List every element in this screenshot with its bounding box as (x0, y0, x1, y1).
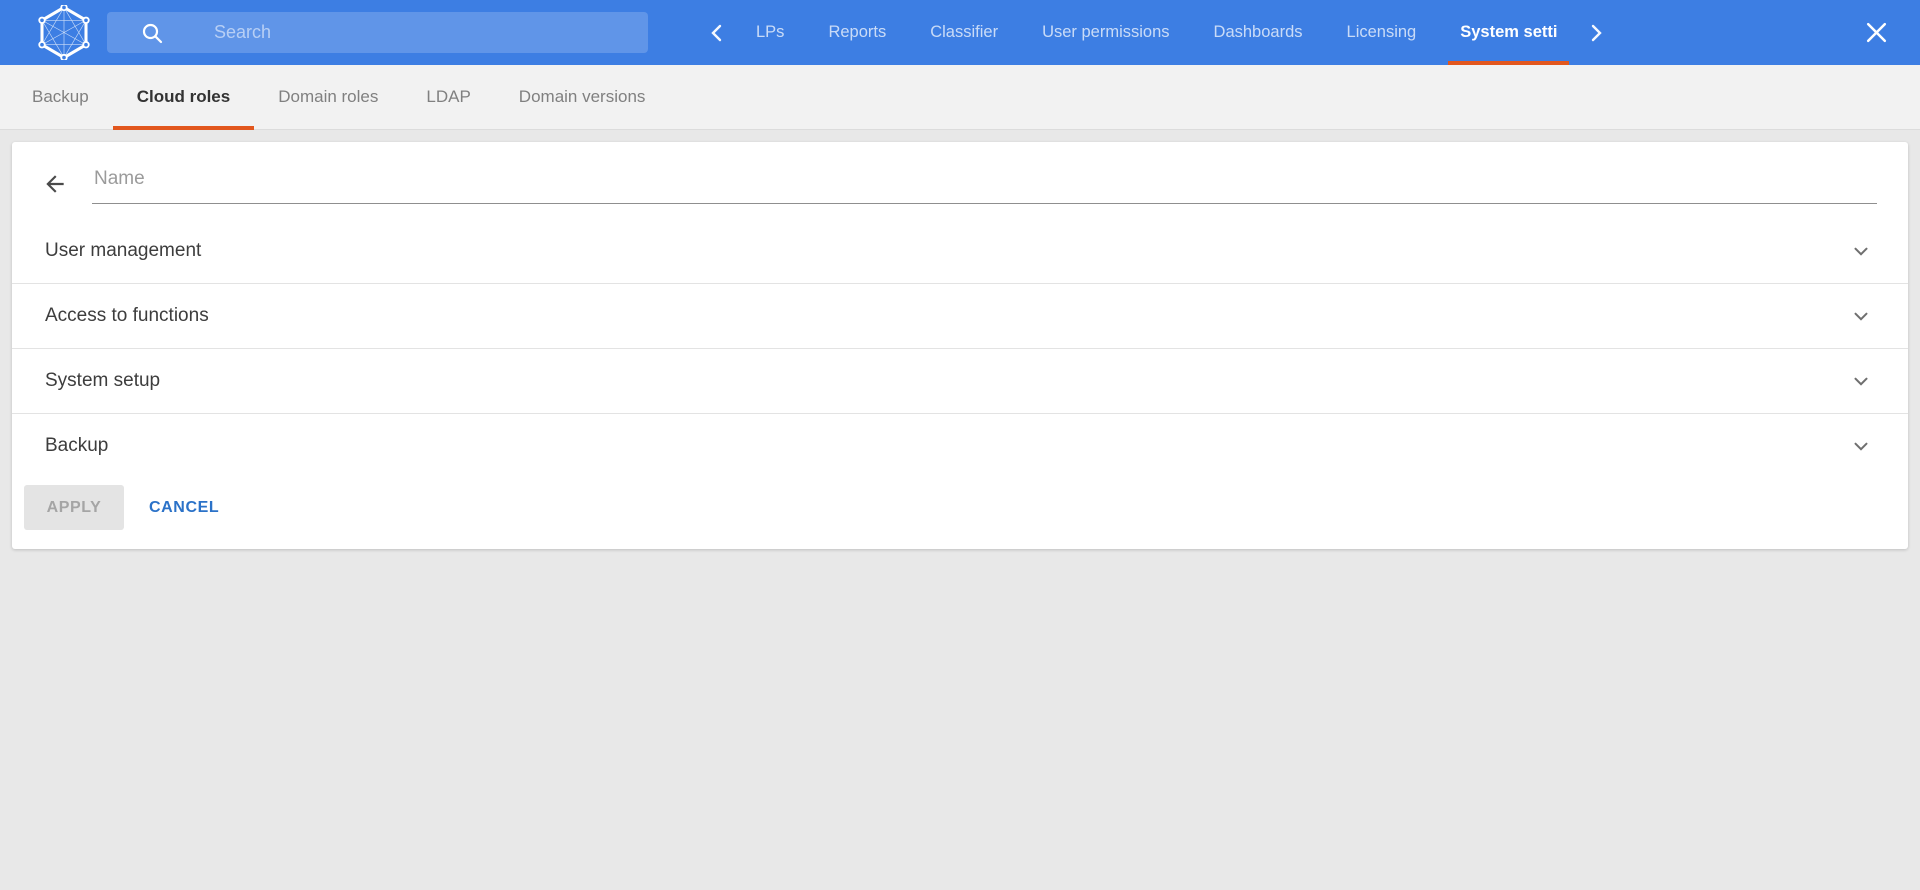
nav-tab-label: Reports (828, 23, 887, 41)
role-name-input[interactable] (92, 163, 1877, 204)
nav-tab-lps[interactable]: LPs (734, 0, 806, 65)
nav-tab-dashboards[interactable]: Dashboards (1192, 0, 1325, 65)
role-editor-card: User management Access to functions Syst… (12, 142, 1908, 549)
nav-scroll-left-icon[interactable] (700, 0, 734, 65)
tab-label: LDAP (426, 87, 471, 106)
search-input[interactable] (164, 12, 648, 53)
accordion-system-setup[interactable]: System setup (12, 348, 1908, 413)
chevron-down-icon (1854, 312, 1868, 321)
cancel-button[interactable]: CANCEL (149, 499, 219, 517)
section-label: System setup (45, 370, 161, 391)
accordion-backup[interactable]: Backup (12, 413, 1908, 478)
nav-tab-licensing[interactable]: Licensing (1325, 0, 1439, 65)
nav-tab-reports[interactable]: Reports (806, 0, 908, 65)
active-tab-underline (112, 126, 255, 130)
chevron-down-icon (1854, 377, 1868, 386)
nav-tab-label: Classifier (930, 23, 999, 41)
tab-backup[interactable]: Backup (8, 65, 113, 129)
section-label: Access to functions (45, 305, 209, 326)
active-tab-underline (1448, 61, 1570, 65)
form-actions: APPLY CANCEL (12, 485, 1908, 530)
nav-tab-label: User permissions (1042, 23, 1170, 41)
nav-tab-classifier[interactable]: Classifier (908, 0, 1020, 65)
tab-label: Cloud roles (136, 87, 231, 106)
top-navigation: LPs Reports Classifier User permissions … (700, 0, 1613, 65)
app-logo-icon[interactable] (33, 5, 95, 60)
section-label: Backup (45, 435, 109, 456)
search-bar[interactable] (107, 12, 648, 53)
chevron-down-icon (1854, 442, 1868, 451)
tab-cloud-roles[interactable]: Cloud roles (112, 65, 255, 130)
nav-tab-label: Licensing (1346, 23, 1417, 41)
section-label: User management (45, 239, 202, 261)
nav-tab-label: Dashboards (1213, 23, 1303, 41)
close-icon[interactable] (1864, 20, 1889, 45)
tab-ldap[interactable]: LDAP (402, 65, 494, 129)
tab-domain-versions[interactable]: Domain versions (495, 65, 670, 129)
settings-tab-bar: Backup Cloud roles Domain roles LDAP Dom… (0, 65, 1920, 130)
nav-tab-system-settings[interactable]: System setti (1438, 0, 1579, 65)
nav-tab-label: System setti (1460, 23, 1558, 41)
tab-label: Domain versions (518, 87, 646, 106)
tab-label: Domain roles (278, 87, 379, 106)
tab-domain-roles[interactable]: Domain roles (254, 65, 402, 129)
role-name-row (12, 142, 1908, 218)
nav-tab-user-permissions[interactable]: User permissions (1020, 0, 1191, 65)
nav-scroll-right-icon[interactable] (1579, 0, 1613, 65)
accordion-user-management[interactable]: User management (12, 218, 1908, 283)
nav-tab-label: LPs (756, 23, 785, 41)
back-arrow-icon[interactable] (42, 171, 68, 197)
tab-label: Backup (32, 87, 89, 106)
app-top-bar: LPs Reports Classifier User permissions … (0, 0, 1920, 65)
search-icon (142, 23, 163, 43)
accordion-access-to-functions[interactable]: Access to functions (12, 283, 1908, 348)
chevron-down-icon (1854, 247, 1868, 256)
apply-button[interactable]: APPLY (24, 485, 124, 530)
